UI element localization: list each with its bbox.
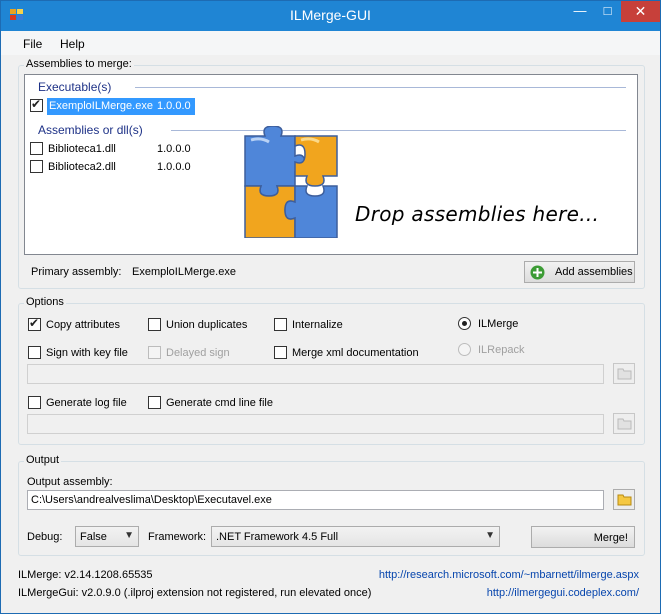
output-browse-button[interactable] bbox=[613, 489, 635, 510]
sign-key-label[interactable]: Sign with key file bbox=[46, 347, 128, 359]
union-duplicates-checkbox[interactable] bbox=[148, 318, 161, 331]
executables-header: Executable(s) bbox=[38, 80, 112, 94]
sign-key-checkbox[interactable] bbox=[28, 346, 41, 359]
debug-select[interactable]: False ▼ bbox=[75, 526, 139, 547]
generate-log-checkbox[interactable] bbox=[28, 396, 41, 409]
app-window: ILMerge-GUI — □ ✕ File Help Assemblies t… bbox=[0, 0, 661, 614]
ilmerge-label[interactable]: ILMerge bbox=[478, 318, 518, 330]
menu-file[interactable]: File bbox=[23, 37, 42, 51]
union-duplicates-label[interactable]: Union duplicates bbox=[166, 319, 247, 331]
folder-icon bbox=[617, 494, 632, 506]
key-file-input[interactable] bbox=[27, 364, 604, 384]
puzzle-icon bbox=[244, 126, 338, 238]
add-assemblies-label: Add assemblies bbox=[555, 266, 633, 278]
dll-checkbox[interactable] bbox=[30, 160, 43, 173]
framework-select[interactable]: .NET Framework 4.5 Full ▼ bbox=[211, 526, 500, 547]
merge-button-label: Merge! bbox=[593, 532, 628, 544]
item-version: 1.0.0.0 bbox=[157, 100, 191, 112]
framework-value: .NET Framework 4.5 Full bbox=[216, 531, 339, 543]
generate-cmd-checkbox[interactable] bbox=[148, 396, 161, 409]
internalize-label[interactable]: Internalize bbox=[292, 319, 343, 331]
close-button[interactable]: ✕ bbox=[621, 1, 660, 22]
drop-hint: Drop assemblies here... bbox=[355, 202, 600, 226]
item-version: 1.0.0.0 bbox=[157, 161, 191, 173]
merge-button[interactable]: Merge! bbox=[531, 526, 635, 548]
generate-cmd-label[interactable]: Generate cmd line file bbox=[166, 397, 273, 409]
assemblies-list[interactable]: Executable(s) ExemploILMerge.exe 1.0.0.0… bbox=[24, 74, 638, 255]
menu-bar: File Help bbox=[1, 31, 660, 55]
log-file-input[interactable] bbox=[27, 414, 604, 434]
chevron-down-icon: ▼ bbox=[485, 530, 495, 541]
output-assembly-label: Output assembly: bbox=[27, 476, 113, 488]
minimize-button[interactable]: — bbox=[566, 1, 594, 22]
framework-label: Framework: bbox=[148, 531, 207, 543]
assemblies-group-title: Assemblies to merge: bbox=[24, 58, 134, 70]
primary-assembly-value: ExemploILMerge.exe bbox=[132, 266, 236, 278]
debug-value: False bbox=[80, 531, 107, 543]
dll-checkbox[interactable] bbox=[30, 142, 43, 155]
folder-icon bbox=[617, 418, 632, 430]
dll-header: Assemblies or dll(s) bbox=[38, 123, 143, 137]
item-name[interactable]: Biblioteca2.dll bbox=[48, 161, 116, 173]
ilmerge-link[interactable]: http://research.microsoft.com/~mbarnett/… bbox=[379, 569, 639, 581]
header-divider bbox=[135, 87, 626, 88]
window-title: ILMerge-GUI bbox=[290, 7, 371, 23]
folder-icon bbox=[617, 368, 632, 380]
merge-xml-label[interactable]: Merge xml documentation bbox=[292, 347, 419, 359]
ilmergegui-version: ILMergeGui: v2.0.9.0 (.ilproj extension … bbox=[18, 587, 372, 599]
item-version: 1.0.0.0 bbox=[157, 143, 191, 155]
debug-label: Debug: bbox=[27, 531, 63, 543]
ilrepack-label: ILRepack bbox=[478, 344, 525, 356]
ilmerge-radio[interactable] bbox=[458, 317, 471, 330]
ilmerge-version: ILMerge: v2.14.1208.65535 bbox=[18, 569, 153, 581]
copy-attributes-checkbox[interactable] bbox=[28, 316, 41, 331]
copy-attributes-label[interactable]: Copy attributes bbox=[46, 319, 120, 331]
options-group-title: Options bbox=[24, 296, 66, 308]
output-group-title: Output bbox=[24, 454, 62, 466]
generate-log-label[interactable]: Generate log file bbox=[46, 397, 127, 409]
executable-checkbox[interactable] bbox=[30, 97, 43, 112]
log-file-browse-button[interactable] bbox=[613, 413, 635, 434]
ilmergegui-link[interactable]: http://ilmergegui.codeplex.com/ bbox=[487, 587, 639, 599]
internalize-checkbox[interactable] bbox=[274, 318, 287, 331]
primary-assembly-label: Primary assembly: bbox=[31, 266, 122, 278]
chevron-down-icon: ▼ bbox=[124, 530, 134, 541]
output-assembly-value: C:\Users\andrealveslima\Desktop\Executav… bbox=[31, 494, 272, 506]
delayed-sign-checkbox[interactable] bbox=[148, 346, 161, 359]
list-item[interactable]: ExemploILMerge.exe 1.0.0.0 bbox=[47, 98, 195, 115]
maximize-button[interactable]: □ bbox=[594, 1, 621, 22]
add-icon bbox=[530, 265, 545, 280]
add-assemblies-button[interactable]: Add assemblies bbox=[524, 261, 635, 283]
delayed-sign-label: Delayed sign bbox=[166, 347, 230, 359]
item-name[interactable]: Biblioteca1.dll bbox=[48, 143, 116, 155]
output-assembly-input[interactable]: C:\Users\andrealveslima\Desktop\Executav… bbox=[27, 490, 604, 510]
menu-help[interactable]: Help bbox=[60, 37, 85, 51]
merge-xml-checkbox[interactable] bbox=[274, 346, 287, 359]
item-name: ExemploILMerge.exe bbox=[49, 100, 153, 112]
key-file-browse-button[interactable] bbox=[613, 363, 635, 384]
title-bar[interactable]: ILMerge-GUI — □ ✕ bbox=[1, 1, 660, 31]
ilrepack-radio[interactable] bbox=[458, 343, 471, 356]
